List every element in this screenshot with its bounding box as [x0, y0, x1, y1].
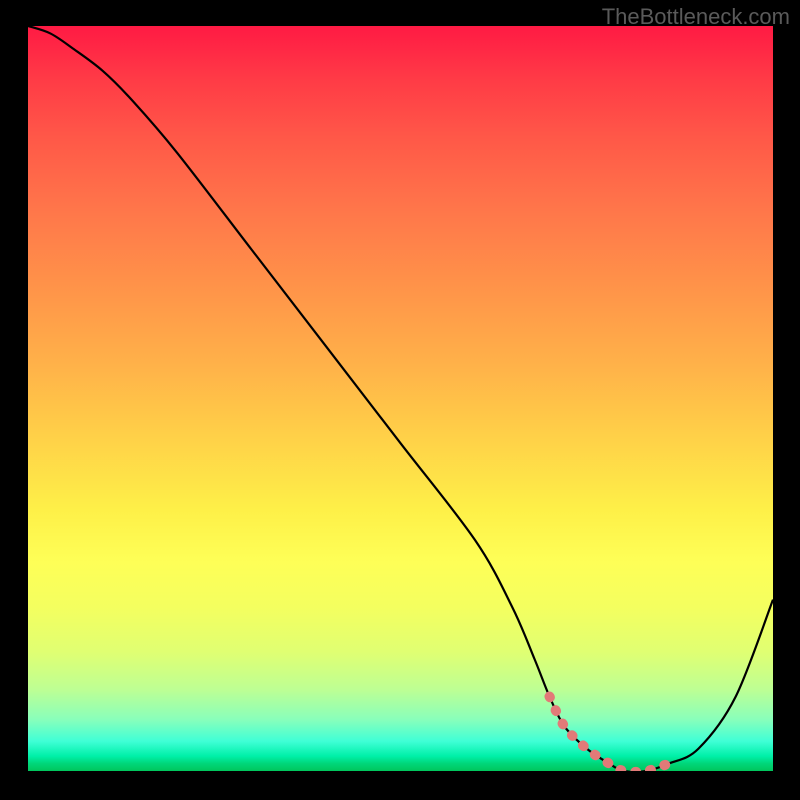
highlight-dots — [550, 697, 669, 772]
chart-container: TheBottleneck.com — [0, 0, 800, 800]
watermark-text: TheBottleneck.com — [602, 4, 790, 30]
chart-overlay — [28, 26, 773, 771]
curve-line — [28, 26, 773, 771]
